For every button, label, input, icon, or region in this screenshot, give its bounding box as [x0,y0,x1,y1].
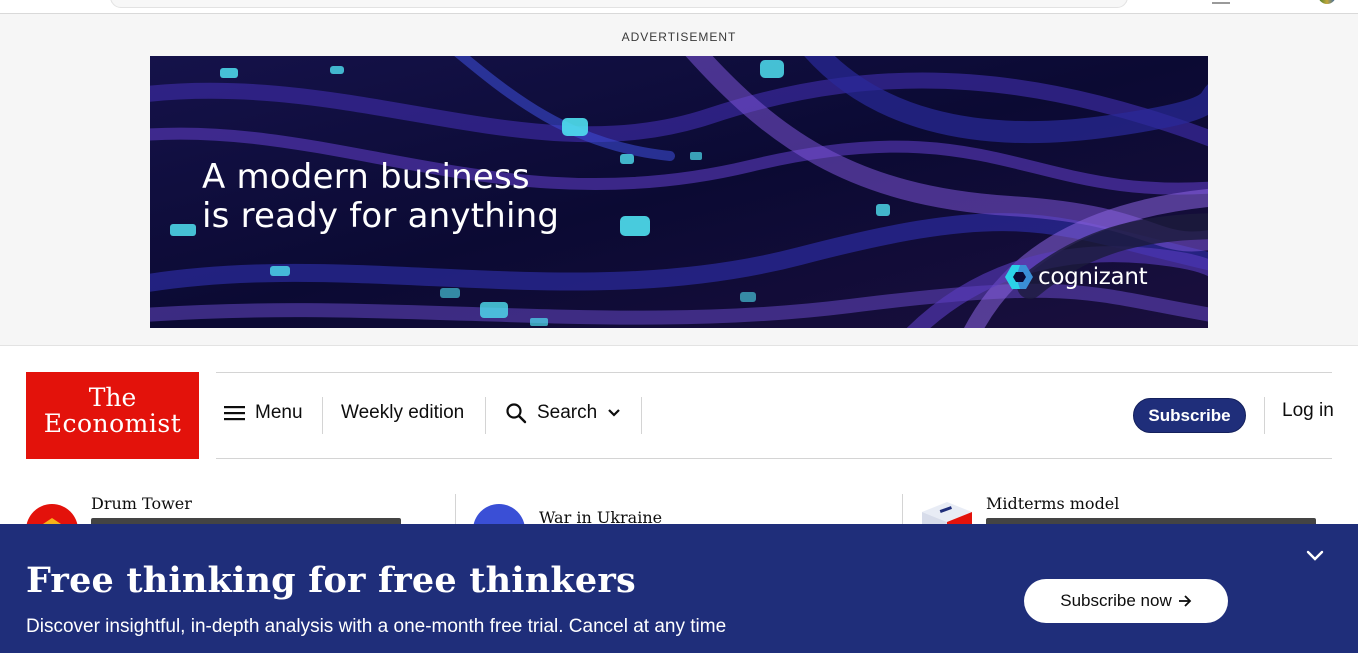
cognizant-logo-icon [1005,265,1033,289]
top-strip [0,0,1358,14]
nav-separator [641,397,642,434]
search-icon [506,403,527,424]
nav-separator [322,397,323,434]
weekly-edition-label: Weekly edition [341,402,465,423]
nav-divider-bottom [216,458,1332,459]
arrow-right-icon [1178,595,1192,607]
nav-separator [485,397,486,434]
menu-label: Menu [255,402,303,423]
nav-divider-top [216,372,1332,373]
advertisement-banner[interactable]: A modern business is ready for anything … [150,56,1208,328]
ad-headline-line2: is ready for anything [202,196,560,236]
subscribe-now-label: Subscribe now [1060,591,1172,610]
ad-brand-logo: cognizant [1004,260,1148,294]
nav-separator [1264,397,1265,434]
ad-brand-name: cognizant [1038,264,1148,290]
advertisement-label: ADVERTISEMENT [621,30,737,44]
advertisement-area: ADVERTISEMENT A modern business is ready… [0,14,1358,346]
address-bar-remnant[interactable] [110,0,1128,8]
logo-line2: Economist [43,409,182,438]
promo-title: Free thinking for free thinkers [26,560,636,601]
search-label: Search [537,402,598,423]
topic-title: Drum Tower [91,494,192,513]
topic-title: Midterms model [986,494,1120,513]
hamburger-icon [224,406,245,421]
toolbar-icon[interactable] [1212,2,1230,4]
collapse-banner-chevron-icon[interactable] [1304,544,1326,566]
weekly-edition-link[interactable]: Weekly edition [341,400,464,426]
subscription-promo-banner: Free thinking for free thinkers Discover… [0,524,1358,653]
profile-avatar[interactable] [1318,0,1336,4]
ad-headline: A modern business is ready for anything [202,158,559,236]
promo-subtitle: Discover insightful, in-depth analysis w… [26,616,727,637]
login-link[interactable]: Log in [1282,400,1334,422]
economist-logo[interactable]: The Economist [26,372,199,459]
subscribe-now-button[interactable]: Subscribe now [1024,579,1228,623]
subscribe-button[interactable]: Subscribe [1133,398,1246,433]
logo-line1: The [88,383,137,412]
search-button[interactable]: Search [505,400,621,426]
menu-button[interactable]: Menu [224,400,303,426]
ad-headline-line1: A modern business [202,157,530,197]
chevron-down-icon [608,409,620,417]
